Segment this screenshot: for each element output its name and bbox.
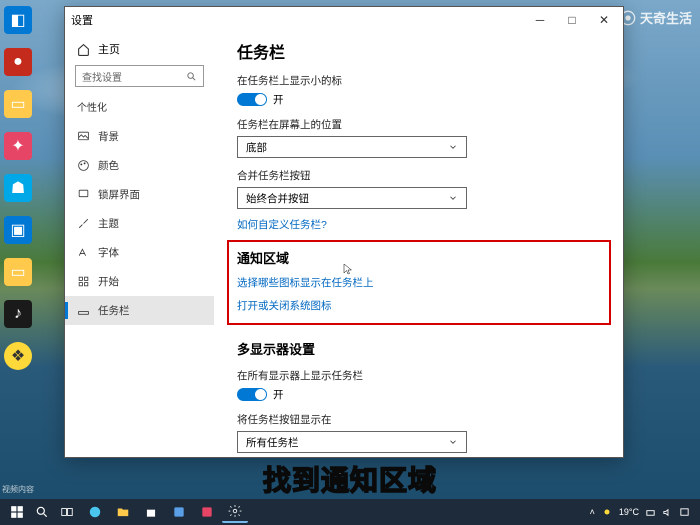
window-title: 设置 [71, 12, 93, 28]
taskbar-icon [77, 304, 90, 317]
combine-buttons-select[interactable]: 始终合并按钮 [237, 187, 467, 209]
multi-where-select[interactable]: 所有任务栏 [237, 431, 467, 453]
task-view-button[interactable] [54, 501, 80, 523]
small-icons-toggle[interactable]: 开 [237, 92, 601, 107]
home-icon [77, 43, 90, 56]
store-taskbar-icon[interactable] [138, 501, 164, 523]
minimize-button[interactable]: ─ [531, 13, 549, 27]
nav-background[interactable]: 背景 [65, 122, 214, 151]
chevron-down-icon [448, 142, 458, 152]
nav-colors[interactable]: 颜色 [65, 151, 214, 180]
lock-icon [77, 188, 90, 201]
windows-taskbar: ˄ 19°C [0, 499, 700, 525]
search-icon [186, 71, 197, 82]
combine-buttons-label: 合并任务栏按钮 [237, 168, 601, 183]
nav-taskbar[interactable]: 任务栏 [65, 296, 214, 325]
sidebar-nav: 背景 颜色 锁屏界面 主题 字体 开始 任务栏 [65, 122, 214, 325]
desktop-icon[interactable]: ☗ [4, 174, 32, 202]
desktop-icon[interactable]: ♪ [4, 300, 32, 328]
toggle-system-icons-link[interactable]: 打开或关闭系统图标 [237, 298, 601, 313]
desktop-icon[interactable]: ▭ [4, 90, 32, 118]
weather-icon [601, 506, 613, 518]
small-icons-label: 在任务栏上显示小的标 [237, 73, 601, 88]
settings-window: 设置 ─ □ ✕ 主页 查找设置 个性化 背景 颜色 锁屏界面 主题 字体 [64, 6, 624, 458]
taskbar-position-select[interactable]: 底部 [237, 136, 467, 158]
tutorial-highlight: 通知区域 选择哪些图标显示在任务栏上 打开或关闭系统图标 [227, 240, 611, 325]
multi-show-toggle[interactable]: 开 [237, 387, 601, 402]
chevron-down-icon [448, 437, 458, 447]
desktop-icon[interactable]: ▣ [4, 216, 32, 244]
volume-icon[interactable] [662, 507, 673, 518]
palette-icon [77, 159, 90, 172]
notification-icon[interactable] [679, 507, 690, 518]
taskbar-search-button[interactable] [32, 501, 52, 523]
toggle-switch-icon [237, 388, 267, 401]
settings-sidebar: 主页 查找设置 个性化 背景 颜色 锁屏界面 主题 字体 开始 任务栏 [65, 33, 215, 457]
settings-taskbar-icon[interactable] [222, 501, 248, 523]
select-taskbar-icons-link[interactable]: 选择哪些图标显示在任务栏上 [237, 275, 601, 290]
multi-where-label: 将任务栏按钮显示在 [237, 412, 601, 427]
nav-themes[interactable]: 主题 [65, 209, 214, 238]
settings-content[interactable]: 任务栏 在任务栏上显示小的标 开 任务栏在屏幕上的位置 底部 合并任务栏按钮 始… [215, 33, 623, 457]
sidebar-section-label: 个性化 [65, 97, 214, 122]
toggle-switch-icon [237, 93, 267, 106]
system-tray[interactable]: ˄ 19°C [590, 506, 696, 518]
image-icon [77, 130, 90, 143]
desktop-icon[interactable]: ❖ [4, 342, 32, 370]
search-input[interactable]: 查找设置 [75, 65, 204, 87]
grid-icon [77, 275, 90, 288]
weather-temp: 19°C [619, 507, 639, 517]
video-subtitle: 找到通知区域 [0, 459, 700, 499]
chevron-down-icon [448, 193, 458, 203]
nav-lockscreen[interactable]: 锁屏界面 [65, 180, 214, 209]
notification-area-heading: 通知区域 [237, 248, 601, 267]
desktop-icon[interactable]: ▭ [4, 258, 32, 286]
desktop-icons: ◧ ● ▭ ✦ ☗ ▣ ▭ ♪ ❖ [4, 6, 32, 370]
mouse-cursor-icon [342, 263, 354, 275]
app-taskbar-icon[interactable] [194, 501, 220, 523]
font-icon [77, 246, 90, 259]
desktop-icon[interactable]: ◧ [4, 6, 32, 34]
customize-taskbar-link[interactable]: 如何自定义任务栏? [237, 217, 601, 232]
app-taskbar-icon[interactable] [166, 501, 192, 523]
maximize-button[interactable]: □ [563, 13, 581, 27]
desktop-icon[interactable]: ✦ [4, 132, 32, 160]
brand-watermark: 天奇生活 [620, 8, 692, 27]
desktop-icon[interactable]: ● [4, 48, 32, 76]
home-nav[interactable]: 主页 [65, 37, 214, 65]
nav-start[interactable]: 开始 [65, 267, 214, 296]
window-titlebar: 设置 ─ □ ✕ [65, 7, 623, 33]
multi-display-heading: 多显示器设置 [237, 339, 601, 358]
explorer-taskbar-icon[interactable] [110, 501, 136, 523]
taskbar-position-label: 任务栏在屏幕上的位置 [237, 117, 601, 132]
tray-chevron-icon[interactable]: ˄ [590, 507, 595, 517]
nav-fonts[interactable]: 字体 [65, 238, 214, 267]
network-icon[interactable] [645, 507, 656, 518]
start-button[interactable] [4, 501, 30, 523]
corner-watermark: 视频内容 [2, 484, 34, 495]
brush-icon [77, 217, 90, 230]
edge-taskbar-icon[interactable] [82, 501, 108, 523]
close-button[interactable]: ✕ [595, 13, 613, 27]
multi-show-label: 在所有显示器上显示任务栏 [237, 368, 601, 383]
page-title: 任务栏 [237, 39, 601, 63]
